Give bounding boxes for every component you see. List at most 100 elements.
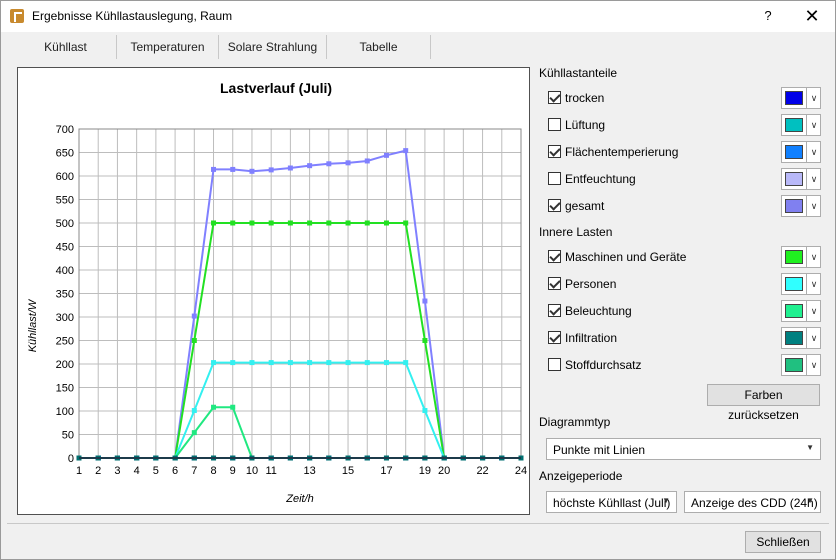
kuehllast-item-label: gesamt	[565, 199, 605, 213]
innere-item-color-picker[interactable]: ∨	[781, 246, 821, 268]
series-line	[79, 361, 521, 459]
tab-temperaturen[interactable]: Temperaturen	[117, 35, 219, 59]
innere-item-checkbox[interactable]	[548, 358, 561, 371]
data-point	[345, 360, 351, 366]
innere-item-label: Personen	[565, 277, 617, 291]
y-tick-label: 200	[56, 359, 74, 371]
x-tick-label: 4	[134, 465, 140, 477]
kuehllast-item-row: Flächentemperierung ∨	[548, 141, 823, 163]
y-tick-label: 0	[68, 453, 74, 465]
diagramtyp-value: Punkte mit Linien	[553, 443, 646, 457]
chevron-down-icon: ∨	[806, 88, 821, 108]
data-point	[211, 404, 217, 410]
kuehllast-item-color-picker[interactable]: ∨	[781, 195, 821, 217]
innere-item-color-picker[interactable]: ∨	[781, 354, 821, 376]
chart-title: Lastverlauf (Juli)	[220, 80, 332, 96]
y-tick-label: 350	[56, 289, 74, 301]
data-point	[249, 168, 255, 174]
kuehllast-item-color-picker[interactable]: ∨	[781, 168, 821, 190]
data-point	[230, 166, 236, 172]
kuehllast-item-checkbox[interactable]	[548, 118, 561, 131]
data-point	[422, 298, 428, 304]
y-tick-label: 700	[56, 124, 74, 136]
innere-item-color-picker[interactable]: ∨	[781, 273, 821, 295]
x-tick-label: 5	[153, 465, 159, 477]
x-tick-label: 7	[191, 465, 197, 477]
data-point	[383, 152, 389, 158]
kuehllast-item-color-picker[interactable]: ∨	[781, 87, 821, 109]
chevron-down-icon: ∨	[806, 274, 821, 294]
data-point	[364, 360, 370, 366]
series-gesamt	[76, 148, 524, 461]
data-point	[383, 220, 389, 226]
window-title: Ergebnisse Kühllastauslegung, Raum	[32, 9, 233, 23]
chevron-down-icon: ∨	[806, 115, 821, 135]
y-tick-label: 650	[56, 148, 74, 160]
y-tick-label: 400	[56, 265, 74, 277]
chevron-down-icon: ∨	[806, 247, 821, 267]
innere-item-color-picker[interactable]: ∨	[781, 300, 821, 322]
cdd-select[interactable]: Anzeige des CDD (24h) ▼	[684, 491, 821, 513]
tab-kuehllast[interactable]: Kühllast	[15, 35, 117, 59]
data-point	[326, 220, 332, 226]
innere-item-row: Beleuchtung ∨	[548, 300, 823, 322]
x-tick-label: 2	[95, 465, 101, 477]
help-button[interactable]: ?	[757, 5, 779, 27]
color-swatch	[785, 358, 803, 372]
x-axis-label: Zeit/h	[285, 493, 314, 505]
period-select[interactable]: höchste Kühllast (Juli) ▼	[546, 491, 677, 513]
chevron-down-icon: ▼	[662, 496, 670, 505]
y-tick-label: 50	[62, 430, 74, 442]
data-point	[422, 408, 428, 414]
diagramtyp-select[interactable]: Punkte mit Linien ▼	[546, 438, 821, 460]
chevron-down-icon: ∨	[806, 142, 821, 162]
kuehllast-item-label: trocken	[565, 91, 605, 105]
data-point	[230, 220, 236, 226]
data-point	[211, 166, 217, 172]
kuehllast-item-checkbox[interactable]	[548, 145, 561, 158]
data-point	[230, 404, 236, 410]
color-swatch	[785, 145, 803, 159]
data-point	[364, 158, 370, 164]
innere-item-color-picker[interactable]: ∨	[781, 327, 821, 349]
data-point	[422, 338, 428, 343]
kuehllastanteile-header: Kühllastanteile	[539, 66, 618, 80]
cdd-value: Anzeige des CDD (24h)	[691, 496, 818, 510]
innere-item-checkbox[interactable]	[548, 331, 561, 344]
innere-item-checkbox[interactable]	[548, 304, 561, 317]
data-point	[345, 160, 351, 166]
data-point	[249, 360, 255, 366]
data-point	[307, 220, 313, 226]
kuehllast-item-checkbox[interactable]	[548, 91, 561, 104]
results-dialog: Ergebnisse Kühllastauslegung, Raum ? ✕ K…	[0, 0, 836, 560]
innere-item-checkbox[interactable]	[548, 250, 561, 263]
x-tick-label: 17	[380, 465, 392, 477]
color-swatch	[785, 304, 803, 318]
kuehllast-item-checkbox[interactable]	[548, 172, 561, 185]
color-swatch	[785, 331, 803, 345]
y-axis-label: Kühllast/W	[27, 298, 39, 352]
x-tick-label: 13	[303, 465, 315, 477]
period-value: höchste Kühllast (Juli)	[553, 496, 671, 510]
color-swatch	[785, 172, 803, 186]
color-swatch	[785, 199, 803, 213]
close-button[interactable]: Schließen	[745, 531, 821, 553]
data-point	[364, 220, 370, 226]
data-point	[307, 360, 313, 366]
data-point	[191, 408, 197, 414]
data-point	[268, 167, 274, 173]
chevron-down-icon: ▼	[806, 443, 814, 452]
tab-tabelle[interactable]: Tabelle	[327, 35, 431, 59]
x-tick-label: 22	[476, 465, 488, 477]
data-point	[191, 338, 197, 343]
kuehllast-item-checkbox[interactable]	[548, 199, 561, 212]
series-beleuchtung	[76, 404, 524, 461]
innere-item-checkbox[interactable]	[548, 277, 561, 290]
tab-solare-strahlung[interactable]: Solare Strahlung	[219, 35, 327, 59]
kuehllast-item-label: Lüftung	[565, 118, 606, 132]
kuehllast-item-color-picker[interactable]: ∨	[781, 114, 821, 136]
kuehllast-item-color-picker[interactable]: ∨	[781, 141, 821, 163]
close-icon[interactable]: ✕	[797, 5, 827, 27]
x-tick-label: 8	[210, 465, 216, 477]
reset-colors-button[interactable]: Farben zurücksetzen	[707, 384, 820, 422]
